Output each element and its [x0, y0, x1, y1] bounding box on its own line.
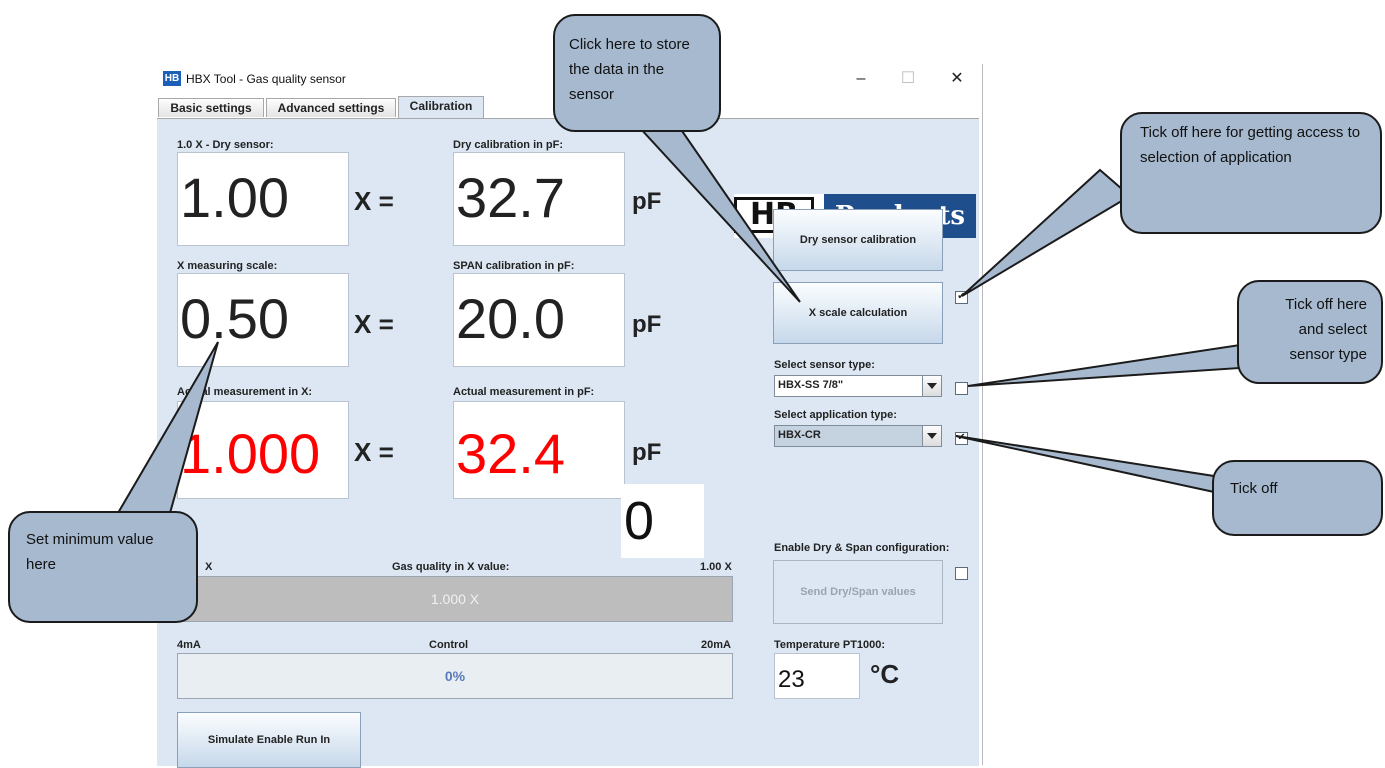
tickoff-callout-pointer: [955, 435, 1215, 494]
store-callout-pointer: [637, 127, 801, 303]
sensor-type-callout: Tick off here and select sensor type: [1237, 280, 1383, 384]
access-callout-pointer: [961, 168, 1132, 297]
sensor-callout-pointer: [967, 343, 1241, 387]
store-data-callout: Click here to store the data in the sens…: [553, 14, 721, 132]
set-minimum-callout: Set minimum value here: [8, 511, 198, 623]
access-application-callout: Tick off here for getting access to sele…: [1120, 112, 1382, 234]
minimum-callout-pointer: [116, 341, 219, 514]
tick-off-callout: Tick off: [1212, 460, 1383, 536]
